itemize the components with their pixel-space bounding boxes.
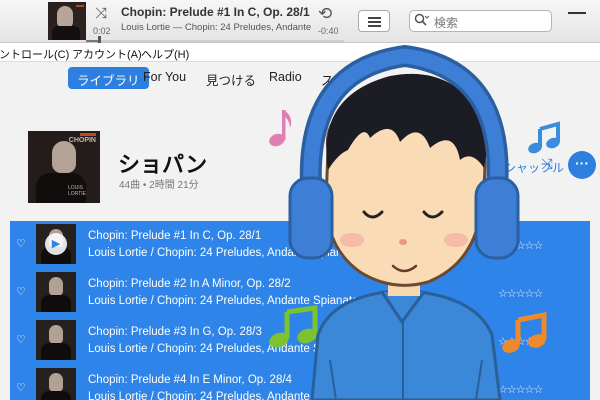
more-options-button[interactable]: ··· [568, 151, 596, 179]
menu-account[interactable]: アカウント(A) [72, 46, 142, 62]
list-icon-line [368, 25, 381, 27]
progress-bar[interactable] [86, 36, 344, 46]
track-subtitle: Louis Lortie / Chopin: 24 Preludes, Anda… [88, 391, 359, 400]
tab-browse[interactable]: 見つける [197, 67, 265, 89]
track-subtitle: Louis Lortie / Chopin: 24 Preludes, Anda… [88, 343, 359, 355]
rating-stars[interactable]: ☆☆☆☆☆ [498, 335, 543, 348]
track-row[interactable]: ♡ Chopin: Prelude #2 In A Minor, Op. 28/… [10, 269, 590, 315]
repeat-icon[interactable]: ⟲ [318, 4, 332, 24]
love-icon[interactable]: ♡ [16, 381, 26, 394]
album-art-caption: LOUIS LORTIE [68, 185, 86, 197]
tab-store[interactable]: ストア [312, 67, 368, 89]
track-art-suit [41, 391, 71, 400]
up-next-list-button[interactable] [358, 10, 390, 32]
list-icon-line [368, 21, 381, 23]
track-artwork[interactable] [36, 368, 76, 400]
rating-stars[interactable]: ☆☆☆☆☆ [498, 239, 543, 252]
remaining-time: -0:40 [318, 26, 339, 36]
shuffle-all-icon[interactable]: ⤨ [541, 156, 553, 173]
track-title: Chopin: Prelude #4 In E Minor, Op. 28/4 [88, 374, 292, 386]
player-bar: ⤨ 0:02 Chopin: Prelude #1 In C, Op. 28/1… [0, 0, 600, 46]
artwork-face [57, 6, 73, 28]
track-row[interactable]: ♡ Chopin: Prelude #4 In E Minor, Op. 28/… [10, 365, 590, 400]
track-art-face [49, 325, 63, 344]
track-artwork[interactable] [36, 320, 76, 360]
love-icon[interactable]: ♡ [16, 237, 26, 250]
album-title: ショパン [118, 152, 208, 177]
elapsed-time: 0:02 [93, 26, 111, 36]
album-artwork[interactable]: CHOPIN LOUIS LORTIE [28, 131, 100, 203]
music-note-pink-icon [269, 110, 292, 147]
minimize-icon[interactable] [568, 12, 586, 14]
track-artwork[interactable]: ▶ [36, 224, 76, 264]
menu-controls[interactable]: コントロール(C) [0, 46, 69, 62]
track-art-face [49, 277, 63, 296]
tab-radio[interactable]: Radio [260, 67, 311, 89]
search-field[interactable]: 検索 [409, 10, 552, 32]
search-placeholder: 検索 [434, 16, 459, 30]
track-art-face [49, 373, 63, 392]
artwork-label [76, 5, 84, 7]
album-art-title: CHOPIN [68, 137, 96, 144]
tab-for-you[interactable]: For You [134, 67, 195, 89]
rating-stars[interactable]: ☆☆☆☆☆ [498, 287, 543, 300]
love-icon[interactable]: ♡ [16, 285, 26, 298]
now-playing-title: Chopin: Prelude #1 In C, Op. 28/1 [121, 5, 310, 19]
track-title: Chopin: Prelude #3 In G, Op. 28/3 [88, 326, 262, 338]
shuffle-all-button[interactable]: シャッフル [504, 159, 564, 176]
album-art-face [52, 141, 76, 173]
album-art-label-bar [80, 133, 96, 136]
track-list: ♡ ▶ Chopin: Prelude #1 In C, Op. 28/1 Lo… [10, 221, 590, 400]
album-meta: 44曲 • 2時間 21分 [119, 180, 199, 191]
shuffle-icon[interactable]: ⤨ [95, 5, 107, 22]
nav-tabs: ライブラリ For You 見つける Radio ストア [0, 62, 600, 92]
track-row[interactable]: ♡ ▶ Chopin: Prelude #1 In C, Op. 28/1 Lo… [10, 221, 590, 267]
track-row[interactable]: ♡ Chopin: Prelude #3 In G, Op. 28/3 Loui… [10, 317, 590, 363]
track-title: Chopin: Prelude #1 In C, Op. 28/1 [88, 230, 262, 242]
menu-bar: コントロール(C) アカウント(A) ヘルプ(H) [0, 43, 600, 62]
list-icon-line [368, 17, 381, 19]
now-playing-artwork[interactable] [48, 2, 86, 40]
track-artwork[interactable] [36, 272, 76, 312]
track-art-suit [41, 343, 71, 360]
artwork-suit [52, 26, 80, 40]
menu-help[interactable]: ヘルプ(H) [141, 46, 189, 62]
rating-stars[interactable]: ☆☆☆☆☆ [498, 383, 543, 396]
love-icon[interactable]: ♡ [16, 333, 26, 346]
music-note-blue-icon [528, 121, 560, 154]
track-title: Chopin: Prelude #2 In A Minor, Op. 28/2 [88, 278, 291, 290]
track-subtitle: Louis Lortie / Chopin: 24 Preludes, Anda… [88, 247, 359, 259]
play-icon[interactable]: ▶ [45, 233, 67, 255]
search-icon [414, 13, 430, 30]
track-subtitle: Louis Lortie / Chopin: 24 Preludes, Anda… [88, 295, 382, 307]
now-playing-subtitle: Louis Lortie — Chopin: 24 Preludes, Anda… [121, 22, 311, 33]
track-art-suit [41, 295, 71, 312]
